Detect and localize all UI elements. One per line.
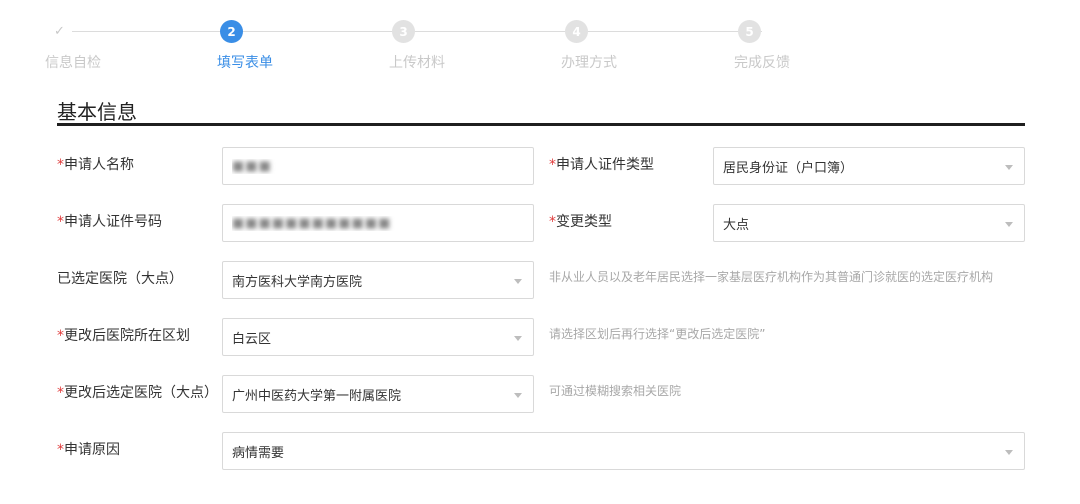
applicant-id-number-label-text: 申请人证件号码 bbox=[64, 214, 162, 230]
section-title: 基本信息 bbox=[57, 100, 137, 124]
chevron-down-icon bbox=[1005, 164, 1013, 170]
reason-label-text: 申请原因 bbox=[64, 442, 120, 458]
applicant-name-input[interactable]: ■■■ bbox=[222, 147, 534, 185]
new-hospital-district-label: *更改后医院所在区划 bbox=[57, 325, 190, 345]
new-hospital-select[interactable]: 广州中医药大学第一附属医院 bbox=[222, 375, 534, 413]
change-type-select[interactable]: 大点 bbox=[713, 204, 1025, 242]
required-mark: * bbox=[57, 214, 64, 230]
chevron-down-icon bbox=[514, 335, 522, 341]
section-divider bbox=[57, 123, 1025, 126]
new-hospital-district-select[interactable]: 白云区 bbox=[222, 318, 534, 356]
chevron-down-icon bbox=[1005, 449, 1013, 455]
new-hospital-value: 广州中医药大学第一附属医院 bbox=[232, 388, 402, 404]
required-mark: * bbox=[57, 328, 64, 344]
new-hospital-hint: 可通过模糊搜索相关医院 bbox=[549, 384, 682, 398]
step-3-circle: 3 bbox=[392, 20, 415, 43]
new-hospital-district-label-text: 更改后医院所在区划 bbox=[64, 328, 190, 344]
applicant-name-label-text: 申请人名称 bbox=[64, 157, 134, 173]
new-hospital-label: *更改后选定医院（大点） bbox=[57, 382, 218, 402]
step-4-label: 办理方式 bbox=[561, 55, 617, 71]
step-3-label: 上传材料 bbox=[389, 55, 445, 71]
applicant-id-number-value: ■■■■■■■■■■■■ bbox=[232, 215, 392, 231]
change-type-label-text: 变更类型 bbox=[556, 214, 612, 230]
chevron-down-icon bbox=[514, 278, 522, 284]
step-5-circle: 5 bbox=[738, 20, 761, 43]
required-mark: * bbox=[549, 157, 556, 173]
chevron-down-icon bbox=[514, 392, 522, 398]
required-mark: * bbox=[57, 385, 64, 401]
applicant-name-value: ■■■ bbox=[232, 158, 272, 174]
new-hospital-district-hint: 请选择区划后再行选择“更改后选定医院” bbox=[549, 327, 766, 341]
applicant-id-number-input[interactable]: ■■■■■■■■■■■■ bbox=[222, 204, 534, 242]
step-2-circle: 2 bbox=[220, 20, 243, 43]
change-type-label: *变更类型 bbox=[549, 211, 612, 231]
new-hospital-district-value: 白云区 bbox=[232, 331, 272, 347]
step-2-label: 填写表单 bbox=[217, 55, 273, 71]
applicant-id-type-label-text: 申请人证件类型 bbox=[556, 157, 654, 173]
applicant-name-label: *申请人名称 bbox=[57, 154, 134, 174]
required-mark: * bbox=[549, 214, 556, 230]
required-mark: * bbox=[57, 442, 64, 458]
selected-hospital-label: 已选定医院（大点） bbox=[57, 271, 183, 287]
step-5-label: 完成反馈 bbox=[734, 55, 790, 71]
progress-stepper: ✓ 信息自检 2 填写表单 3 上传材料 4 办理方式 5 完成反馈 bbox=[0, 0, 1080, 80]
step-1-check-icon: ✓ bbox=[54, 24, 65, 39]
applicant-id-type-select[interactable]: 居民身份证（户口簿） bbox=[713, 147, 1025, 185]
required-mark: * bbox=[57, 157, 64, 173]
selected-hospital-hint: 非从业人员以及老年居民选择一家基层医疗机构作为其普通门诊就医的选定医疗机构 bbox=[549, 270, 994, 284]
reason-select[interactable]: 病情需要 bbox=[222, 432, 1025, 470]
step-4-circle: 4 bbox=[565, 20, 588, 43]
new-hospital-label-text: 更改后选定医院（大点） bbox=[64, 385, 218, 401]
selected-hospital-select[interactable]: 南方医科大学南方医院 bbox=[222, 261, 534, 299]
applicant-id-type-label: *申请人证件类型 bbox=[549, 154, 654, 174]
stepper-track bbox=[72, 31, 762, 32]
change-type-value: 大点 bbox=[723, 217, 750, 233]
reason-label: *申请原因 bbox=[57, 439, 120, 459]
applicant-id-number-label: *申请人证件号码 bbox=[57, 211, 162, 231]
step-1-label: 信息自检 bbox=[45, 55, 101, 71]
applicant-id-type-value: 居民身份证（户口簿） bbox=[723, 160, 854, 176]
chevron-down-icon bbox=[1005, 221, 1013, 227]
reason-value: 病情需要 bbox=[232, 445, 285, 461]
selected-hospital-value: 南方医科大学南方医院 bbox=[232, 274, 363, 290]
